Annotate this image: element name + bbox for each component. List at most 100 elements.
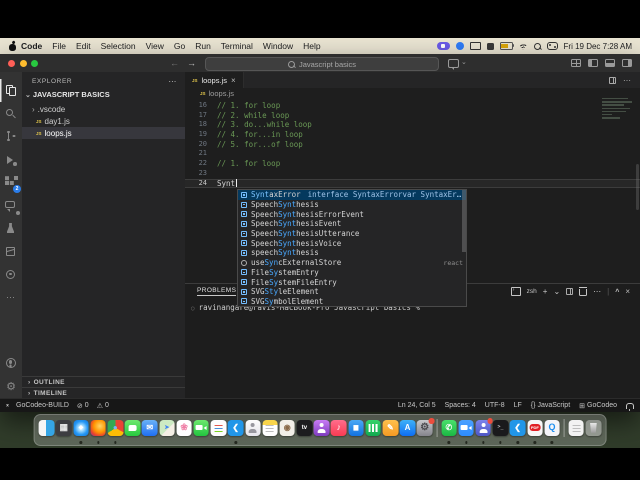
forward-icon[interactable] [187, 58, 196, 68]
sidebar-item-more[interactable] [0, 286, 22, 309]
dock-app[interactable] [193, 419, 210, 441]
menu-utility-icon[interactable] [486, 42, 494, 50]
battery-icon[interactable] [499, 42, 514, 50]
suggestion-item[interactable]: speech Synt hesis [238, 248, 466, 258]
maximize-panel-icon[interactable] [615, 287, 619, 296]
dock-app[interactable] [585, 419, 602, 441]
breadcrumb[interactable]: loops.js [200, 89, 234, 98]
account-button[interactable] [0, 352, 22, 375]
code-line[interactable]: 21 [185, 149, 640, 159]
toggle-secondary-sidebar-icon[interactable] [622, 59, 632, 67]
toggle-panel-icon[interactable] [605, 59, 615, 67]
code-line[interactable]: 17 // 2. while loop [185, 111, 640, 121]
suggestion-item[interactable]: SVG Sty leElement [238, 287, 466, 297]
dock-app[interactable] [124, 419, 141, 441]
sidebar-item-run-debug[interactable] [0, 148, 22, 171]
status-item[interactable]: GoCodeo-BUILD [16, 402, 69, 409]
close-tab-icon[interactable] [231, 76, 236, 85]
code-line[interactable]: 16 // 1. for loop [185, 101, 640, 111]
more-actions-icon[interactable] [623, 76, 631, 85]
code-area[interactable]: 16 // 1. for loop 17 // 2. while loop 18… [185, 101, 640, 189]
dock-app[interactable]: ◉ [279, 419, 295, 441]
minimap[interactable] [602, 98, 636, 144]
dock-app[interactable]: ▆ [348, 419, 364, 441]
split-terminal-icon[interactable] [566, 288, 574, 295]
kill-terminal-icon[interactable] [578, 287, 588, 296]
split-editor-icon[interactable] [609, 76, 616, 84]
dock-app[interactable]: Q [544, 419, 560, 444]
screen-recording-indicator-icon[interactable] [436, 42, 450, 50]
menu-item[interactable]: Window [263, 41, 293, 51]
menu-item[interactable]: Help [303, 41, 320, 51]
dock-app[interactable]: ● [107, 419, 124, 444]
dock-app[interactable]: ✉ [141, 419, 158, 441]
remote-window-icon[interactable] [6, 403, 8, 409]
control-center-icon[interactable] [546, 42, 558, 50]
terminal-dropdown-icon[interactable] [553, 287, 560, 296]
dock-app[interactable]: ⚙ [416, 418, 435, 441]
sidebar-item-gocodeo[interactable] [0, 263, 22, 286]
back-icon[interactable] [170, 58, 179, 68]
menu-item[interactable]: Selection [101, 41, 136, 51]
suggestion-item[interactable]: Synt axError interface SyntaxErrorvar Sy… [238, 190, 466, 200]
settings-button[interactable] [0, 375, 22, 398]
suggestion-item[interactable]: Speech Synt hesisErrorEvent [238, 209, 466, 219]
shell-name[interactable]: zsh [527, 288, 537, 295]
code-line[interactable]: 20 // 5. for...of loop [185, 140, 640, 150]
suggestion-item[interactable]: Speech Synt hesis [238, 200, 466, 210]
dock-app[interactable]: ❮ [509, 419, 526, 444]
outline-section[interactable]: OUTLINE [22, 376, 185, 387]
status-item[interactable]: ⊞ GoCodeo [579, 402, 617, 410]
dock-app[interactable]: tv [296, 419, 313, 441]
menu-item[interactable]: View [146, 41, 164, 51]
panel-more-icon[interactable] [593, 287, 601, 296]
dock-app[interactable] [365, 419, 381, 441]
suggestion-item[interactable]: SVG Sy mbolElement [238, 297, 466, 307]
menu-item[interactable]: Go [174, 41, 185, 51]
wifi-icon[interactable] [518, 43, 528, 50]
status-item[interactable]: UTF-8 [485, 402, 505, 409]
dock-app[interactable]: ♪ [331, 419, 347, 441]
display-icon[interactable] [469, 42, 481, 50]
dock-app[interactable]: ➤ [159, 419, 175, 441]
tab-problems[interactable]: PROBLEMS [197, 287, 237, 296]
dock-app[interactable] [245, 419, 261, 441]
dock-app[interactable] [210, 419, 227, 441]
suggestion-item[interactable]: Speech Synt hesisUtterance [238, 229, 466, 239]
notifications-bell-icon[interactable] [626, 402, 634, 411]
menu-item[interactable]: Terminal [221, 41, 253, 51]
dock-app[interactable]: ✆ [436, 419, 457, 444]
menu-item[interactable]: Run [195, 41, 211, 51]
file-item[interactable]: day1.js [22, 115, 185, 127]
suggest-scrollbar[interactable] [462, 190, 466, 252]
command-center-search[interactable]: Javascript basics [205, 57, 439, 71]
suggestion-item[interactable]: File Sy stemFileEntry [238, 277, 466, 287]
chat-icon[interactable] [448, 59, 459, 70]
close-window-button[interactable] [8, 59, 15, 67]
dock-app[interactable] [38, 419, 55, 441]
status-item[interactable]: LF [514, 402, 522, 409]
code-line[interactable]: 19 // 4. for...in loop [185, 130, 640, 140]
minimize-window-button[interactable] [19, 59, 27, 67]
zoom-window-button[interactable] [31, 59, 38, 67]
status-item[interactable]: ⚠ 0 [97, 402, 109, 410]
status-item[interactable]: Ln 24, Col 5 [398, 402, 436, 409]
sidebar-item-chat[interactable] [0, 194, 22, 217]
dock-app[interactable]: A [399, 419, 416, 441]
close-panel-icon[interactable] [625, 287, 630, 296]
sidebar-item-search[interactable] [0, 102, 22, 125]
dock-app[interactable]: ❮ [227, 419, 244, 444]
code-line[interactable]: 23 [185, 169, 640, 179]
sidebar-item-source-control[interactable] [0, 125, 22, 148]
spotlight-search-icon[interactable] [533, 42, 541, 50]
code-line[interactable]: 22 // 1. for loop [185, 159, 640, 169]
apple-menu-icon[interactable] [8, 41, 17, 51]
status-item[interactable]: {} JavaScript [531, 402, 570, 409]
sidebar-item-explorer[interactable] [0, 79, 22, 102]
dock-app[interactable] [563, 419, 584, 441]
menu-extra-app-icon[interactable] [455, 42, 464, 50]
menu-item[interactable]: Code [21, 41, 42, 51]
timeline-section[interactable]: TIMELINE [22, 387, 185, 398]
file-item[interactable]: loops.js [22, 127, 185, 139]
tab-loops-js[interactable]: loops.js [185, 72, 244, 88]
